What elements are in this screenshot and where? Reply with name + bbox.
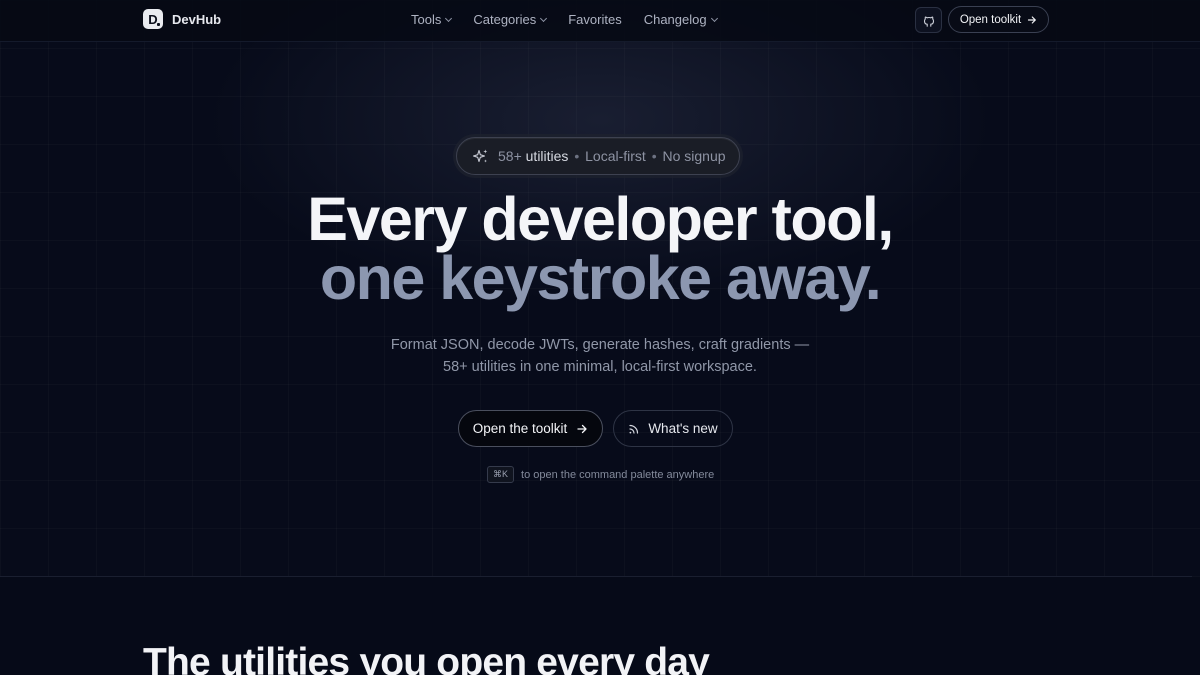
- nav-changelog[interactable]: Changelog: [643, 12, 718, 27]
- chevron-down-icon: [710, 14, 718, 22]
- arrow-right-icon: [577, 424, 587, 433]
- headline-line-2: one keystroke away.: [319, 244, 882, 312]
- brand-name: DevHub: [172, 11, 222, 27]
- feature-pill: 58+ utilities • Local-first • No signup: [456, 137, 740, 175]
- arrow-right-icon: [1028, 15, 1037, 24]
- open-toolkit-nav-label: Open toolkit: [959, 13, 1022, 26]
- whats-new-label: What's new: [648, 421, 718, 436]
- sparkles-icon: [472, 149, 488, 162]
- top-nav: D DevHub Tools Categories Favorites Chan…: [0, 0, 1200, 42]
- brand-logo[interactable]: D DevHub: [143, 9, 221, 29]
- nav-links: Tools Categories Favorites Changelog: [411, 12, 718, 27]
- pill-separator: •: [651, 148, 657, 164]
- open-the-toolkit-label: Open the toolkit: [472, 421, 568, 436]
- github-icon: [923, 16, 934, 27]
- open-the-toolkit-button[interactable]: Open the toolkit: [458, 410, 603, 447]
- nav-favorites-label: Favorites: [568, 12, 622, 27]
- pill-local-first: Local-first: [585, 148, 646, 164]
- nav-changelog-label: Changelog: [643, 12, 707, 27]
- chevron-down-icon: [445, 14, 453, 22]
- pill-count: 58+: [498, 148, 522, 164]
- pill-separator: •: [574, 148, 580, 164]
- subtitle-line-2: 58+ utilities in one minimal, local-firs…: [443, 359, 757, 375]
- hero-headline: Every developer tool, one keystroke away…: [0, 185, 1200, 312]
- command-palette-hint: ⌘K to open the command palette anywhere: [487, 466, 714, 483]
- page: D DevHub Tools Categories Favorites Chan…: [0, 0, 1200, 675]
- hero-divider: [0, 576, 1192, 577]
- whats-new-button[interactable]: What's new: [613, 410, 733, 447]
- chevron-down-icon: [540, 14, 548, 22]
- pill-no-signup: No signup: [662, 148, 726, 164]
- nav-categories-label: Categories: [473, 12, 537, 27]
- nav-tools-label: Tools: [411, 12, 442, 27]
- open-toolkit-nav-button[interactable]: Open toolkit: [948, 6, 1049, 33]
- github-button[interactable]: [915, 7, 942, 33]
- logo-mark-icon: D: [143, 9, 163, 29]
- shortcut-key: ⌘K: [487, 466, 515, 483]
- pill-count-word: utilities: [525, 148, 569, 164]
- subtitle-line-1: Format JSON, decode JWTs, generate hashe…: [390, 337, 810, 353]
- pill-text: 58+ utilities • Local-first • No signup: [498, 148, 726, 164]
- rss-icon: [629, 424, 639, 434]
- nav-tools[interactable]: Tools: [411, 12, 453, 27]
- nav-favorites[interactable]: Favorites: [568, 12, 621, 27]
- shortcut-hint-text: to open the command palette anywhere: [521, 468, 715, 481]
- section-title: The utilities you open every day: [143, 641, 710, 675]
- hero-subtitle: Format JSON, decode JWTs, generate hashe…: [0, 334, 1200, 378]
- headline-line-1: Every developer tool,: [307, 185, 894, 253]
- nav-categories[interactable]: Categories: [473, 12, 548, 27]
